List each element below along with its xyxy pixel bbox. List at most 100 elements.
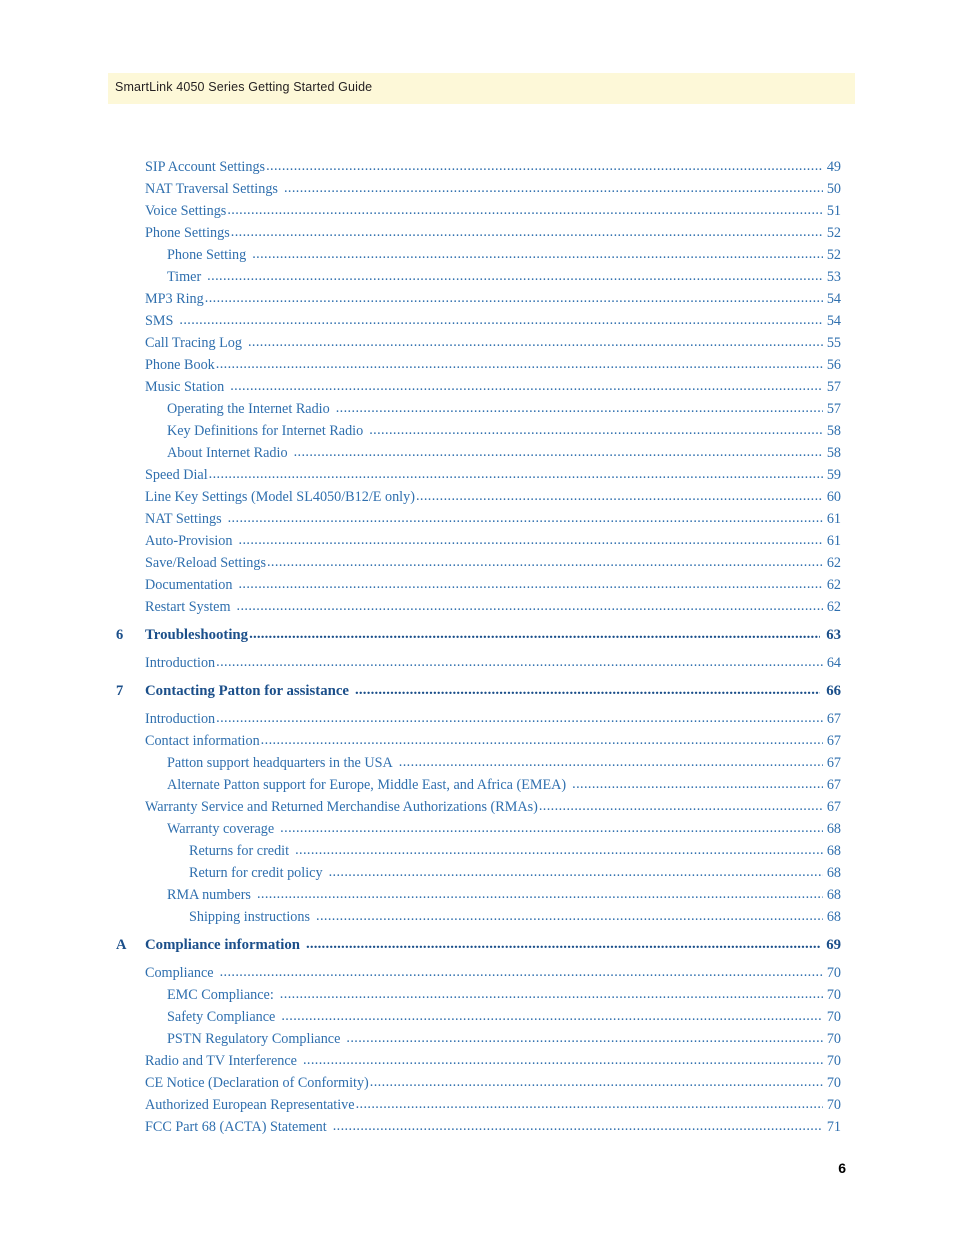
toc-entry[interactable]: Timer...................................… xyxy=(0,269,954,292)
toc-entry[interactable]: Warranty Service and Returned Merchandis… xyxy=(0,799,954,822)
toc-leader-dots: ........................................… xyxy=(238,533,824,548)
toc-leader-dots: ........................................… xyxy=(227,511,823,526)
toc-leader-dots: ........................................… xyxy=(208,467,823,482)
toc-entry[interactable]: Call Tracing Log........................… xyxy=(0,335,954,358)
toc-entry[interactable]: Authorized European Representative......… xyxy=(0,1097,954,1120)
toc-leader-dots: ........................................… xyxy=(293,445,823,460)
toc-entry[interactable]: Safety Compliance.......................… xyxy=(0,1009,954,1032)
toc-entry[interactable]: Save/Reload Settings....................… xyxy=(0,555,954,578)
toc-entry[interactable]: CE Notice (Declaration of Conformity)...… xyxy=(0,1075,954,1098)
toc-entry[interactable]: PSTN Regulatory Compliance..............… xyxy=(0,1031,954,1054)
toc-entry[interactable]: Phone Setting...........................… xyxy=(0,247,954,270)
toc-entry[interactable]: A Compliance information.................… xyxy=(0,937,954,966)
toc-page-number: 64 xyxy=(826,655,841,671)
toc-entry-title: Patton support headquarters in the USA xyxy=(167,755,393,771)
toc-page-number: 70 xyxy=(826,1053,841,1069)
toc-entry-title: Line Key Settings (Model SL4050/B12/E on… xyxy=(145,489,415,505)
toc-entry-title: About Internet Radio xyxy=(167,445,288,461)
toc-page-number: 55 xyxy=(826,335,841,351)
toc-leader-dots: ........................................… xyxy=(328,865,823,880)
toc-entry[interactable]: About Internet Radio....................… xyxy=(0,445,954,468)
toc-entry-title: EMC Compliance: xyxy=(167,987,274,1003)
toc-entry[interactable]: Contact information.....................… xyxy=(0,733,954,756)
toc-entry[interactable]: Restart System..........................… xyxy=(0,599,954,622)
toc-entry-title: Auto-Provision xyxy=(145,533,233,549)
toc-entry[interactable]: Line Key Settings (Model SL4050/B12/E on… xyxy=(0,489,954,512)
toc-entry-title: Speed Dial xyxy=(145,467,208,483)
page-folio: 6 xyxy=(838,1160,846,1176)
toc-entry-title: CE Notice (Declaration of Conformity) xyxy=(145,1075,369,1091)
toc-page-number: 58 xyxy=(826,445,841,461)
toc-entry[interactable]: Patton support headquarters in the USA..… xyxy=(0,755,954,778)
toc-page-number: 66 xyxy=(826,683,841,699)
toc-entry[interactable]: 6 Troubleshooting........................… xyxy=(0,627,954,656)
toc-leader-dots: ........................................… xyxy=(215,357,823,372)
toc-entry[interactable]: SMS.....................................… xyxy=(0,313,954,336)
toc-page-number: 67 xyxy=(826,799,841,815)
toc-leader-dots: ........................................… xyxy=(346,1031,823,1046)
toc-leader-dots: ........................................… xyxy=(252,247,823,262)
toc-entry[interactable]: Warranty coverage.......................… xyxy=(0,821,954,844)
toc-entry-title: Phone Setting xyxy=(167,247,247,263)
toc-entry[interactable]: EMC Compliance:.........................… xyxy=(0,987,954,1010)
toc-page-number: 68 xyxy=(826,821,841,837)
toc-entry[interactable]: Auto-Provision..........................… xyxy=(0,533,954,556)
toc-entry[interactable]: Voice Settings..........................… xyxy=(0,203,954,226)
toc-entry[interactable]: Phone Settings..........................… xyxy=(0,225,954,248)
toc-entry[interactable]: Key Definitions for Internet Radio......… xyxy=(0,423,954,446)
toc-entry[interactable]: NAT Traversal Settings..................… xyxy=(0,181,954,204)
toc-leader-dots: ........................................… xyxy=(266,555,823,570)
toc-entry-title: Contacting Patton for assistance xyxy=(145,683,349,699)
toc-entry[interactable]: Return for credit policy................… xyxy=(0,865,954,888)
toc-page-number: 67 xyxy=(826,711,841,727)
table-of-contents: SIP Account Settings....................… xyxy=(0,159,954,1142)
toc-page-number: 57 xyxy=(826,401,841,417)
toc-page-number: 62 xyxy=(826,555,841,571)
toc-entry[interactable]: RMA numbers.............................… xyxy=(0,887,954,910)
toc-entry[interactable]: Documentation...........................… xyxy=(0,577,954,600)
toc-entry-title: Radio and TV Interference xyxy=(145,1053,297,1069)
toc-entry-title: Phone Settings xyxy=(145,225,230,241)
toc-entry[interactable]: 7 Contacting Patton for assistance.......… xyxy=(0,683,954,712)
toc-page-number: 70 xyxy=(826,965,841,981)
toc-leader-dots: ........................................… xyxy=(238,577,823,592)
toc-page-number: 70 xyxy=(826,1075,841,1091)
toc-entry[interactable]: Shipping instructions...................… xyxy=(0,909,954,932)
toc-entry[interactable]: Speed Dial..............................… xyxy=(0,467,954,490)
toc-page-number: 58 xyxy=(826,423,841,439)
toc-entry[interactable]: NAT Settings............................… xyxy=(0,511,954,534)
toc-entry-title: Troubleshooting xyxy=(145,627,249,643)
toc-entry[interactable]: Alternate Patton support for Europe, Mid… xyxy=(0,777,954,800)
toc-leader-dots: ........................................… xyxy=(279,987,823,1002)
toc-leader-dots: ........................................… xyxy=(281,1009,823,1024)
toc-entry[interactable]: Returns for credit......................… xyxy=(0,843,954,866)
toc-entry[interactable]: Introduction............................… xyxy=(0,655,954,678)
toc-entry[interactable]: SIP Account Settings....................… xyxy=(0,159,954,182)
toc-entry-title: RMA numbers xyxy=(167,887,251,903)
toc-entry[interactable]: Compliance..............................… xyxy=(0,965,954,988)
toc-page-number: 49 xyxy=(826,159,841,175)
toc-entry-title: Authorized European Representative xyxy=(145,1097,355,1113)
toc-entry[interactable]: Music Station...........................… xyxy=(0,379,954,402)
toc-entry[interactable]: Operating the Internet Radio............… xyxy=(0,401,954,424)
toc-entry[interactable]: Introduction............................… xyxy=(0,711,954,734)
toc-entry-title: MP3 Ring xyxy=(145,291,204,307)
toc-page-number: 68 xyxy=(826,887,841,903)
toc-leader-dots: ........................................… xyxy=(204,291,823,306)
toc-entry-title: Safety Compliance xyxy=(167,1009,276,1025)
toc-entry[interactable]: FCC Part 68 (ACTA) Statement............… xyxy=(0,1119,954,1142)
toc-entry-title: Documentation xyxy=(145,577,233,593)
toc-entry[interactable]: Radio and TV Interference...............… xyxy=(0,1053,954,1076)
toc-entry-title: NAT Traversal Settings xyxy=(145,181,278,197)
toc-entry-title: Shipping instructions xyxy=(189,909,310,925)
toc-leader-dots: ........................................… xyxy=(260,733,823,748)
toc-entry-title: Return for credit policy xyxy=(189,865,323,881)
toc-page-number: 54 xyxy=(826,291,841,307)
toc-leader-dots: ........................................… xyxy=(398,755,823,770)
toc-page-number: 62 xyxy=(826,599,841,615)
toc-entry[interactable]: MP3 Ring................................… xyxy=(0,291,954,314)
toc-entry[interactable]: Phone Book..............................… xyxy=(0,357,954,380)
toc-entry-title: FCC Part 68 (ACTA) Statement xyxy=(145,1119,327,1135)
toc-leader-dots: ........................................… xyxy=(216,655,823,670)
toc-entry-title: Introduction xyxy=(145,655,216,671)
